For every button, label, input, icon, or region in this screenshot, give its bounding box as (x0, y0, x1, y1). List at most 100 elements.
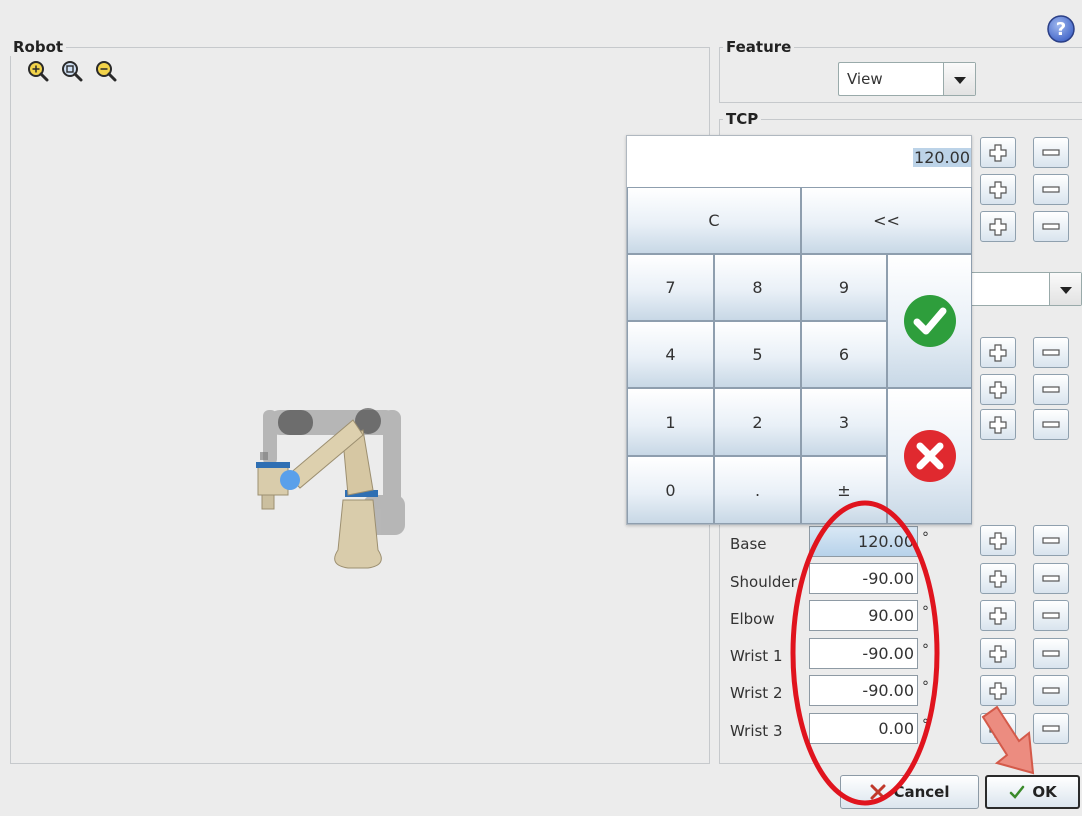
joint-label-wrist1: Wrist 1 (730, 647, 783, 665)
tool-dropdown[interactable] (960, 272, 1082, 306)
minus-icon (1042, 222, 1060, 230)
key-4[interactable]: 4 (627, 321, 714, 388)
plus-icon (989, 644, 1007, 663)
numeric-keypad: 120.00 C << 7 8 9 4 5 6 1 2 3 0 . ± (626, 135, 972, 525)
key-0[interactable]: 0 (627, 456, 714, 524)
minus-icon (1042, 385, 1060, 393)
plus-icon (989, 531, 1007, 550)
minus-icon (1042, 536, 1060, 544)
key-6[interactable]: 6 (801, 321, 887, 388)
keypad-display: 120.00 (627, 136, 971, 186)
key-9[interactable]: 9 (801, 254, 887, 321)
feature-dropdown[interactable]: View (838, 62, 976, 96)
minus-icon (1042, 148, 1060, 156)
wrist3-plus-button[interactable] (980, 713, 1016, 744)
rot-x-minus-button[interactable] (1033, 337, 1069, 368)
joint-field-wrist2[interactable]: -90.00 (809, 675, 918, 706)
minus-icon (1042, 611, 1060, 619)
elbow-minus-button[interactable] (1033, 600, 1069, 631)
chevron-down-icon (1049, 273, 1081, 305)
zoom-in-icon[interactable] (27, 60, 49, 82)
elbow-plus-button[interactable] (980, 600, 1016, 631)
keypad-accept-button[interactable] (887, 254, 972, 388)
joint-unit-shoulder: ° (922, 567, 929, 583)
wrist1-minus-button[interactable] (1033, 638, 1069, 669)
chevron-down-icon (943, 63, 975, 95)
rot-x-plus-button[interactable] (980, 337, 1016, 368)
plus-icon (989, 380, 1007, 399)
key-2[interactable]: 2 (714, 388, 801, 456)
key-1[interactable]: 1 (627, 388, 714, 456)
joint-unit-wrist3: ° (922, 717, 929, 733)
feature-panel-title: Feature (723, 38, 795, 56)
joint-field-wrist3[interactable]: 0.00 (809, 713, 918, 744)
rot-y-minus-button[interactable] (1033, 374, 1069, 405)
tcp-z-minus-button[interactable] (1033, 211, 1069, 242)
plus-icon (989, 606, 1007, 625)
key-7[interactable]: 7 (627, 254, 714, 321)
joint-field-base[interactable]: 120.00 (809, 526, 918, 557)
minus-icon (1042, 649, 1060, 657)
key-clear[interactable]: C (627, 187, 801, 254)
svg-text:?: ? (1056, 19, 1066, 40)
ok-button[interactable]: OK (985, 775, 1080, 809)
key-backspace[interactable]: << (801, 187, 972, 254)
plus-icon (989, 415, 1007, 434)
rot-z-plus-button[interactable] (980, 409, 1016, 440)
plus-icon (989, 569, 1007, 588)
wrist3-minus-button[interactable] (1033, 713, 1069, 744)
key-8[interactable]: 8 (714, 254, 801, 321)
tcp-z-plus-button[interactable] (980, 211, 1016, 242)
plus-icon (989, 180, 1007, 199)
joint-unit-elbow: ° (922, 604, 929, 620)
wrist2-plus-button[interactable] (980, 675, 1016, 706)
key-5[interactable]: 5 (714, 321, 801, 388)
base-minus-button[interactable] (1033, 525, 1069, 556)
tcp-x-plus-button[interactable] (980, 137, 1016, 168)
feature-dropdown-value: View (847, 70, 883, 88)
shoulder-minus-button[interactable] (1033, 563, 1069, 594)
keypad-cancel-button[interactable] (887, 388, 972, 524)
robot-3d-view[interactable] (248, 400, 413, 580)
keypad-display-value: 120.00 (913, 148, 971, 167)
ok-button-label: OK (1032, 783, 1057, 801)
plus-icon (989, 143, 1007, 162)
joint-field-wrist1[interactable]: -90.00 (809, 638, 918, 669)
zoom-fit-icon[interactable] (61, 60, 83, 82)
checkmark-icon (903, 295, 956, 347)
cancel-button[interactable]: Cancel (840, 775, 979, 809)
plus-icon (989, 719, 1007, 738)
tcp-y-minus-button[interactable] (1033, 174, 1069, 205)
help-icon[interactable]: ? (1046, 14, 1076, 44)
plus-icon (989, 217, 1007, 236)
joint-label-base: Base (730, 535, 767, 553)
key-3[interactable]: 3 (801, 388, 887, 456)
robot-panel-title: Robot (10, 38, 67, 56)
key-plus-minus[interactable]: ± (801, 456, 887, 524)
cancel-x-icon (870, 784, 886, 800)
joint-field-shoulder[interactable]: -90.00 (809, 563, 918, 594)
tcp-x-minus-button[interactable] (1033, 137, 1069, 168)
key-decimal[interactable]: . (714, 456, 801, 524)
joint-unit-wrist1: ° (922, 642, 929, 658)
joint-label-elbow: Elbow (730, 610, 775, 628)
minus-icon (1042, 724, 1060, 732)
cancel-button-label: Cancel (893, 783, 950, 801)
joint-label-shoulder: Shoulder (730, 573, 797, 591)
rot-z-minus-button[interactable] (1033, 409, 1069, 440)
minus-icon (1042, 348, 1060, 356)
rot-y-plus-button[interactable] (980, 374, 1016, 405)
minus-icon (1042, 574, 1060, 582)
cancel-x-icon (903, 430, 956, 482)
joint-label-wrist3: Wrist 3 (730, 722, 783, 740)
plus-icon (989, 681, 1007, 700)
wrist1-plus-button[interactable] (980, 638, 1016, 669)
tcp-y-plus-button[interactable] (980, 174, 1016, 205)
zoom-out-icon[interactable] (95, 60, 117, 82)
wrist2-minus-button[interactable] (1033, 675, 1069, 706)
joint-field-elbow[interactable]: 90.00 (809, 600, 918, 631)
shoulder-plus-button[interactable] (980, 563, 1016, 594)
base-plus-button[interactable] (980, 525, 1016, 556)
minus-icon (1042, 686, 1060, 694)
joint-unit-wrist2: ° (922, 679, 929, 695)
